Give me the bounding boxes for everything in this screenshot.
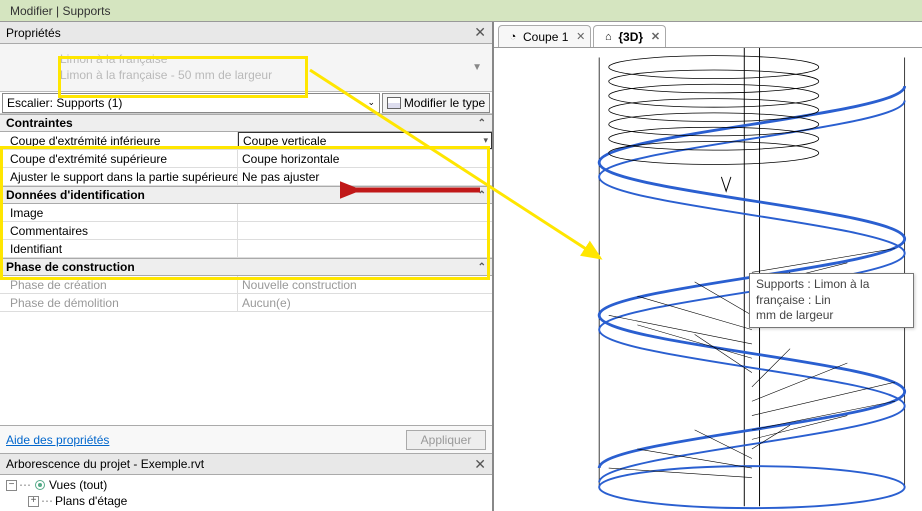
3d-viewport[interactable]: Supports : Limon à la française : Lin mm…	[494, 48, 922, 511]
window-title-bar: Modifier | Supports	[0, 0, 922, 22]
edit-type-label: Modifier le type	[404, 96, 485, 110]
window-title: Modifier | Supports	[10, 4, 111, 18]
value-phase-created: Nouvelle construction	[238, 276, 492, 293]
label-comments: Commentaires	[0, 222, 238, 239]
row-phase-demolished: Phase de démolition Aucun(e)	[0, 294, 492, 312]
section-identity-title: Données d'identification	[6, 188, 145, 202]
section-view-icon: ◔	[507, 31, 519, 43]
section-phasing[interactable]: Phase de construction ⌃	[0, 258, 492, 276]
tree-dotted-icon: ⋯	[41, 494, 53, 508]
section-constraints[interactable]: Contraintes ⌃	[0, 114, 492, 132]
tab-coupe1[interactable]: ◔ Coupe 1 ✕	[498, 25, 591, 47]
chevron-down-icon[interactable]: ▾	[483, 135, 488, 146]
value-comments[interactable]	[238, 222, 492, 239]
label-identifier: Identifiant	[0, 240, 238, 257]
project-browser-header: Arborescence du projet - Exemple.rvt ✕	[0, 453, 492, 475]
value-image[interactable]	[238, 204, 492, 221]
value-identifier[interactable]	[238, 240, 492, 257]
chevron-down-icon[interactable]: ▼	[472, 62, 482, 73]
value-upper-end-cut[interactable]: Coupe horizontale	[238, 150, 492, 167]
element-tooltip: Supports : Limon à la française : Lin mm…	[749, 273, 914, 328]
row-comments[interactable]: Commentaires	[0, 222, 492, 240]
value-lower-end-cut[interactable]: Coupe verticale ▾	[238, 132, 492, 149]
apply-button[interactable]: Appliquer	[406, 430, 486, 450]
tree-expand-icon[interactable]: +	[28, 496, 39, 507]
chevron-down-icon: ⌄	[367, 97, 375, 108]
tree-row-child[interactable]: + ⋯ Plans d'étage	[6, 493, 486, 509]
properties-help-link[interactable]: Aide des propriétés	[6, 433, 109, 447]
view-tabs: ◔ Coupe 1 ✕ ⌂ {3D} ✕	[494, 22, 922, 48]
close-icon[interactable]: ✕	[576, 30, 585, 43]
tab-3d[interactable]: ⌂ {3D} ✕	[593, 25, 666, 47]
properties-footer: Aide des propriétés Appliquer	[0, 425, 492, 453]
collapse-icon[interactable]: ⌃	[478, 190, 486, 201]
row-lower-end-cut[interactable]: Coupe d'extrémité inférieure Coupe verti…	[0, 132, 492, 150]
tab-3d-label: {3D}	[618, 30, 643, 44]
tree-child-label: Plans d'étage	[55, 494, 127, 508]
section-constraints-title: Contraintes	[6, 116, 73, 130]
row-image[interactable]: Image	[0, 204, 492, 222]
type-family-label: Limon à la française	[60, 52, 272, 68]
tooltip-text: Supports : Limon à la française : Lin mm…	[756, 277, 869, 322]
row-adjust-support[interactable]: Ajuster le support dans la partie supéri…	[0, 168, 492, 186]
properties-panel: Propriétés ✕ Limon à la française Limon …	[0, 22, 494, 511]
collapse-icon[interactable]: ⌃	[478, 262, 486, 273]
tree-row-root[interactable]: − ⋯ Vues (tout)	[6, 477, 486, 493]
row-upper-end-cut[interactable]: Coupe d'extrémité supérieure Coupe horiz…	[0, 150, 492, 168]
value-phase-demolished: Aucun(e)	[238, 294, 492, 311]
edit-type-button[interactable]: Modifier le type	[382, 93, 490, 113]
label-upper-end-cut: Coupe d'extrémité supérieure	[0, 150, 238, 167]
section-identity[interactable]: Données d'identification ⌃	[0, 186, 492, 204]
properties-header: Propriétés ✕	[0, 22, 492, 44]
properties-grid: Contraintes ⌃ Coupe d'extrémité inférieu…	[0, 114, 492, 425]
views-icon	[35, 480, 45, 490]
close-icon[interactable]: ✕	[474, 24, 486, 41]
collapse-icon[interactable]: ⌃	[478, 118, 486, 129]
row-identifier[interactable]: Identifiant	[0, 240, 492, 258]
properties-filter-select[interactable]: Escalier: Supports (1) ⌄	[2, 93, 380, 113]
project-browser-tree[interactable]: − ⋯ Vues (tout) + ⋯ Plans d'étage	[0, 475, 492, 511]
edit-type-icon	[387, 97, 401, 109]
properties-title: Propriétés	[6, 26, 61, 40]
view-area: ◔ Coupe 1 ✕ ⌂ {3D} ✕	[494, 22, 922, 511]
tree-root-label: Vues (tout)	[49, 478, 107, 492]
row-phase-created: Phase de création Nouvelle construction	[0, 276, 492, 294]
tree-dotted-icon: ⋯	[19, 478, 31, 492]
tab-coupe1-label: Coupe 1	[523, 30, 568, 44]
tree-collapse-icon[interactable]: −	[6, 480, 17, 491]
home-3d-icon: ⌂	[602, 31, 614, 43]
value-adjust-support[interactable]: Ne pas ajuster	[238, 168, 492, 185]
close-icon[interactable]: ✕	[651, 30, 660, 43]
type-name-label: Limon à la française - 50 mm de largeur	[60, 68, 272, 84]
label-phase-created: Phase de création	[0, 276, 238, 293]
label-image: Image	[0, 204, 238, 221]
filter-value: Escalier: Supports (1)	[7, 96, 122, 110]
type-selector[interactable]: Limon à la française Limon à la français…	[0, 44, 492, 92]
project-browser-title: Arborescence du projet - Exemple.rvt	[6, 457, 204, 471]
label-lower-end-cut: Coupe d'extrémité inférieure	[0, 132, 238, 149]
close-icon[interactable]: ✕	[474, 456, 486, 473]
section-phasing-title: Phase de construction	[6, 260, 135, 274]
label-phase-demolished: Phase de démolition	[0, 294, 238, 311]
label-adjust-support: Ajuster le support dans la partie supéri…	[0, 168, 238, 185]
